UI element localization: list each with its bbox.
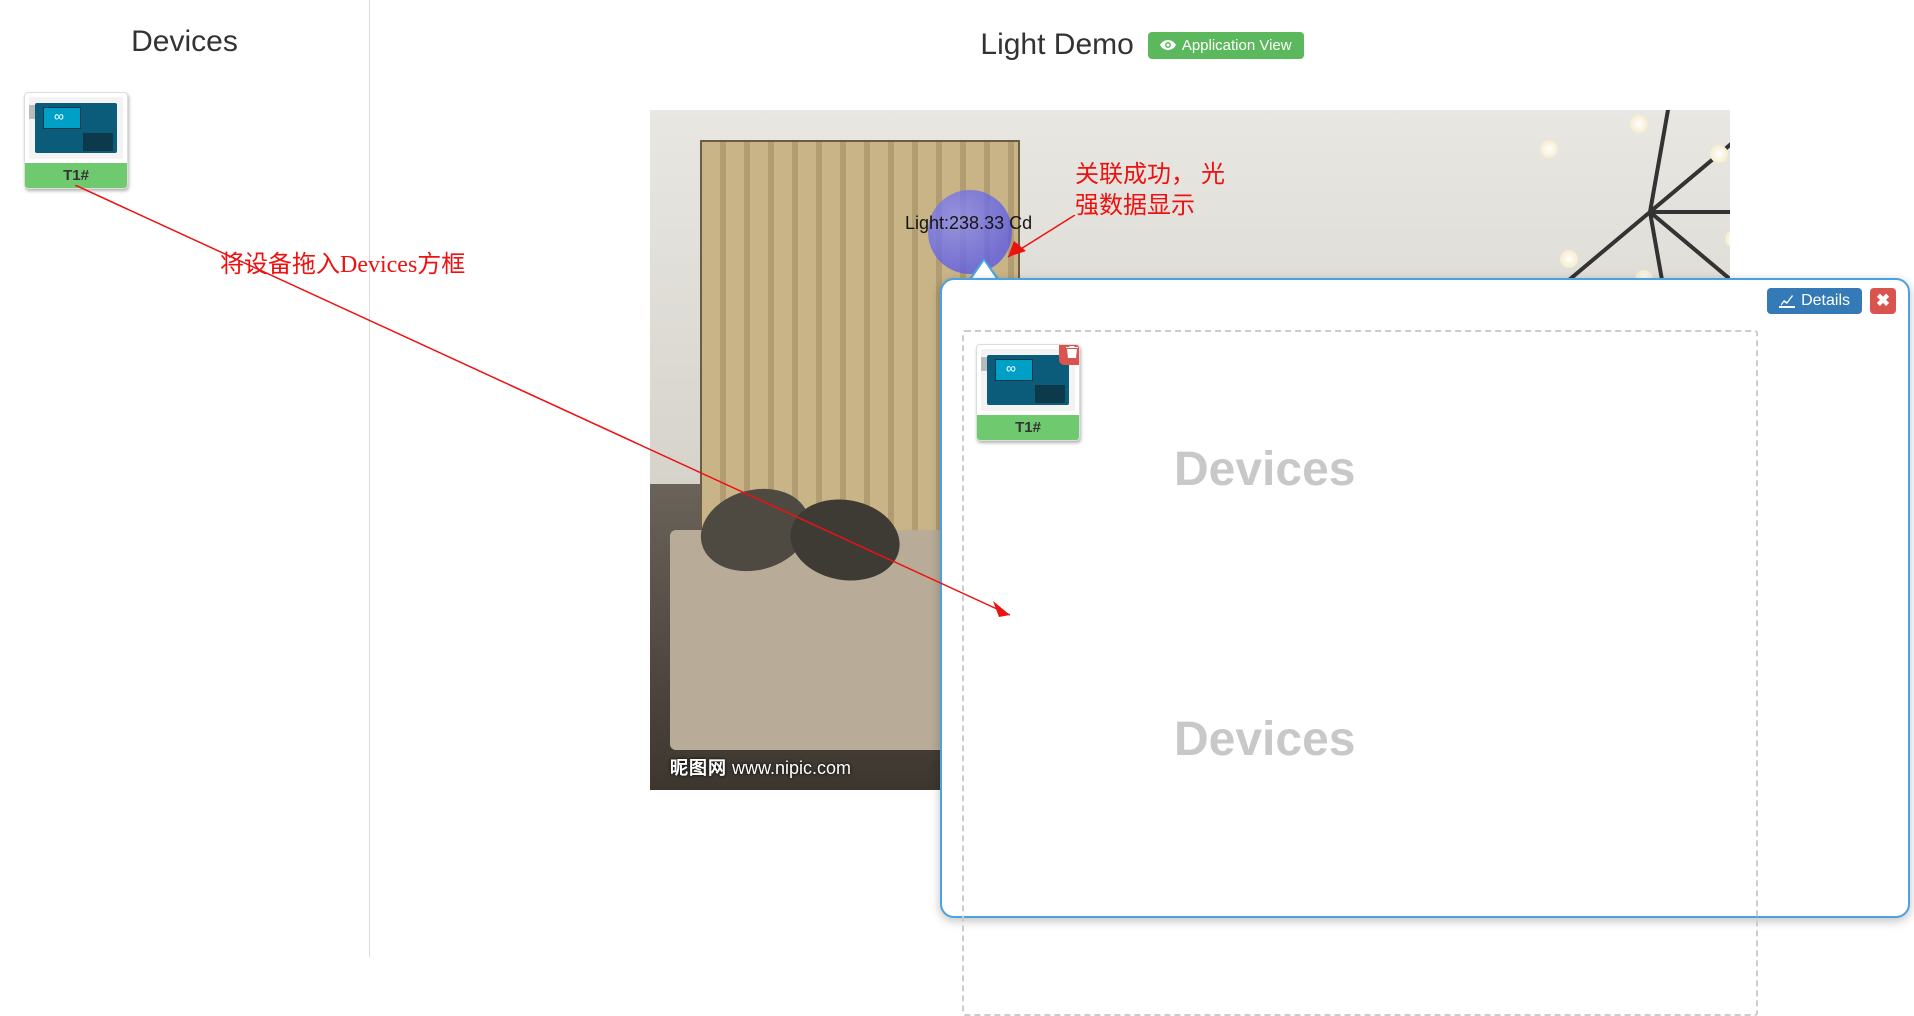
sensor-reading-label: Light:238.33 Cd: [905, 213, 1032, 234]
main-header: Light Demo Application View: [370, 0, 1914, 82]
details-label: Details: [1801, 292, 1850, 310]
application-view-label: Application View: [1182, 37, 1292, 54]
eye-icon: [1160, 37, 1176, 53]
arduino-board-icon: [29, 97, 123, 159]
trash-icon: [1065, 345, 1079, 359]
dropzone-placeholder-1: Devices: [1174, 442, 1355, 497]
dropped-device-card-t1[interactable]: T1#: [976, 344, 1080, 441]
image-watermark: 昵图网 www.nipic.com: [670, 754, 851, 780]
close-icon: ✖: [1876, 291, 1890, 311]
device-label: T1#: [25, 163, 127, 188]
details-button[interactable]: Details: [1767, 288, 1862, 314]
device-label: T1#: [977, 415, 1079, 440]
device-popup: Details ✖ Devices Devices T1#: [940, 278, 1910, 918]
dropzone-placeholder-2: Devices: [1174, 712, 1355, 767]
popup-toolbar: Details ✖: [1767, 288, 1896, 314]
device-thumbnail: [25, 93, 127, 163]
scene-canvas[interactable]: 昵图网 www.nipic.com Light:238.33 Cd Detail…: [650, 110, 1730, 790]
main-panel: Light Demo Application View: [370, 0, 1914, 957]
popup-pointer: [968, 258, 1000, 280]
close-popup-button[interactable]: ✖: [1870, 288, 1896, 314]
devices-sidebar: Devices T1#: [0, 0, 370, 957]
remove-device-button[interactable]: [1059, 344, 1080, 365]
chart-icon: [1779, 293, 1795, 309]
application-view-button[interactable]: Application View: [1148, 32, 1304, 59]
devices-dropzone[interactable]: Devices Devices T1#: [962, 330, 1758, 1016]
device-card-t1[interactable]: T1#: [24, 92, 128, 189]
page-title: Light Demo: [980, 28, 1133, 62]
sidebar-title: Devices: [0, 0, 369, 79]
